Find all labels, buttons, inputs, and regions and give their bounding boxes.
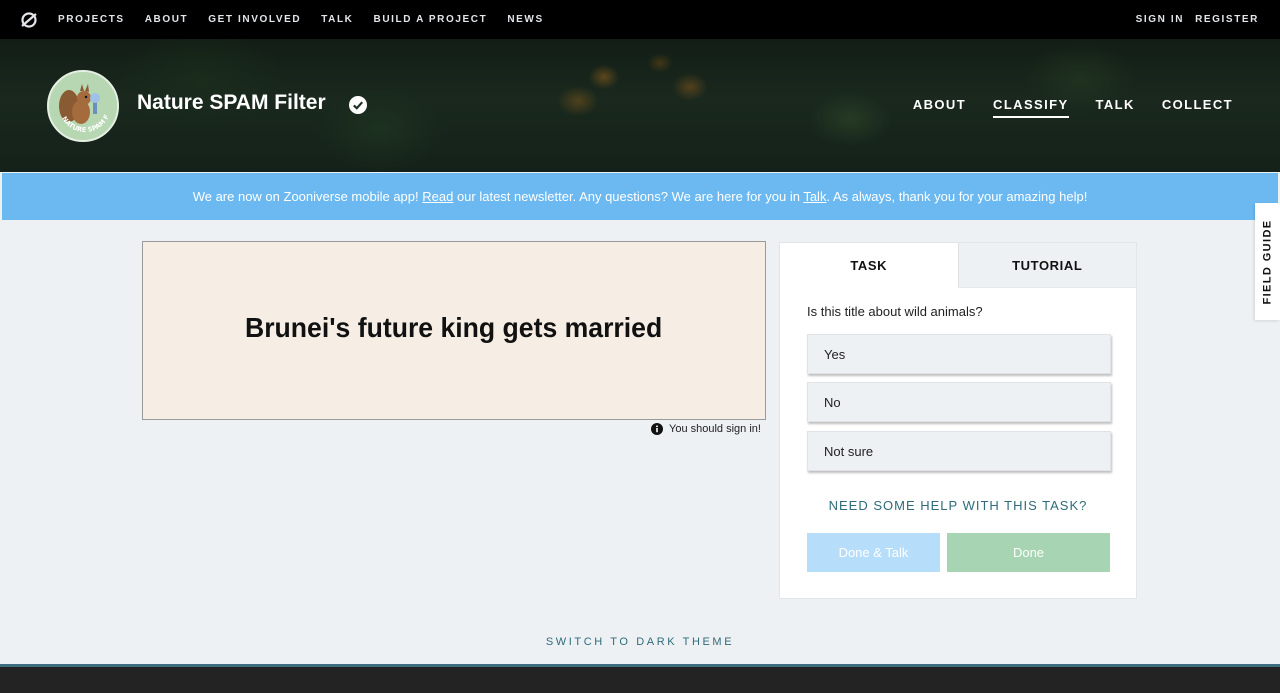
task-panel: TASK TUTORIAL Is this title about wild a…	[779, 242, 1137, 599]
announcement-text: We are now on Zooniverse mobile app! Rea…	[193, 189, 1088, 204]
site-links: PROJECTS ABOUT GET INVOLVED TALK BUILD A…	[58, 0, 544, 39]
talk-link[interactable]: Talk	[803, 189, 826, 204]
project-nav-collect[interactable]: COLLECT	[1162, 97, 1233, 118]
account-links: SIGN IN REGISTER	[1136, 0, 1259, 39]
footer	[0, 667, 1280, 693]
project-nav-classify[interactable]: CLASSIFY	[993, 97, 1069, 118]
verified-badge-icon	[349, 96, 367, 114]
done-button[interactable]: Done	[947, 533, 1110, 572]
top-navigation: PROJECTS ABOUT GET INVOLVED TALK BUILD A…	[0, 0, 1280, 39]
task-help-link[interactable]: NEED SOME HELP WITH THIS TASK?	[780, 498, 1136, 513]
task-tabs: TASK TUTORIAL	[780, 243, 1136, 288]
nav-get-involved[interactable]: GET INVOLVED	[208, 14, 301, 25]
read-newsletter-link[interactable]: Read	[422, 189, 453, 204]
nav-talk[interactable]: TALK	[321, 14, 353, 25]
zooniverse-logo-icon[interactable]	[20, 11, 38, 29]
register-link[interactable]: REGISTER	[1195, 14, 1259, 25]
nav-build-a-project[interactable]: BUILD A PROJECT	[374, 14, 488, 25]
done-and-talk-button[interactable]: Done & Talk	[807, 533, 940, 572]
nav-news[interactable]: NEWS	[507, 14, 543, 25]
project-navigation: ABOUT CLASSIFY TALK COLLECT	[913, 97, 1233, 118]
project-header: NATURE SPAM FILTER Nature SPAM Filter AB…	[0, 39, 1280, 172]
answer-no-button[interactable]: No	[807, 382, 1111, 422]
announcement-banner: We are now on Zooniverse mobile app! Rea…	[2, 173, 1278, 220]
project-nav-talk[interactable]: TALK	[1096, 97, 1135, 118]
announcement-part-2: our latest newsletter. Any questions? We…	[453, 189, 804, 204]
subject-viewer: Brunei's future king gets married	[142, 241, 766, 420]
project-avatar[interactable]: NATURE SPAM FILTER	[47, 70, 119, 142]
tab-tutorial[interactable]: TUTORIAL	[957, 243, 1136, 288]
task-question: Is this title about wild animals?	[807, 304, 983, 319]
field-guide-tab[interactable]: FIELD GUIDE	[1255, 203, 1280, 320]
sign-in-link[interactable]: SIGN IN	[1136, 14, 1184, 25]
switch-theme-button[interactable]: SWITCH TO DARK THEME	[0, 636, 1280, 648]
field-guide-label: FIELD GUIDE	[1261, 218, 1274, 305]
tab-task[interactable]: TASK	[780, 243, 958, 288]
announcement-part-3: . As always, thank you for your amazing …	[826, 189, 1088, 204]
nav-projects[interactable]: PROJECTS	[58, 14, 125, 25]
sign-in-notice: You should sign in!	[651, 423, 761, 435]
nav-about[interactable]: ABOUT	[145, 14, 189, 25]
subject-headline: Brunei's future king gets married	[245, 311, 663, 343]
project-nav-about[interactable]: ABOUT	[913, 97, 966, 118]
info-icon	[651, 423, 663, 435]
sign-in-notice-text: You should sign in!	[669, 423, 761, 435]
answer-not-sure-button[interactable]: Not sure	[807, 431, 1111, 471]
project-title[interactable]: Nature SPAM Filter	[137, 91, 326, 115]
announcement-part-1: We are now on Zooniverse mobile app!	[192, 189, 423, 204]
answer-yes-button[interactable]: Yes	[807, 334, 1111, 374]
